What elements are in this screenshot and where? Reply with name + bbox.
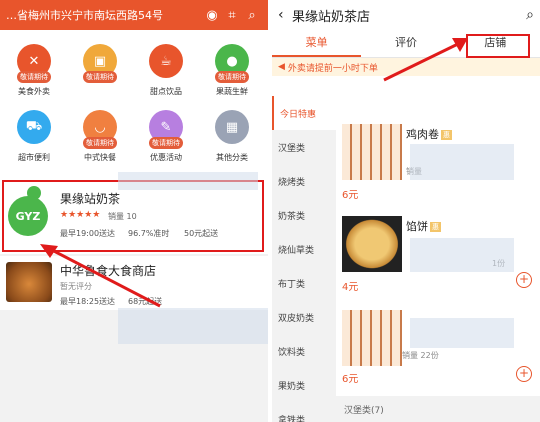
annotation-arrow [40, 244, 161, 308]
annotation-arrow [383, 38, 468, 82]
